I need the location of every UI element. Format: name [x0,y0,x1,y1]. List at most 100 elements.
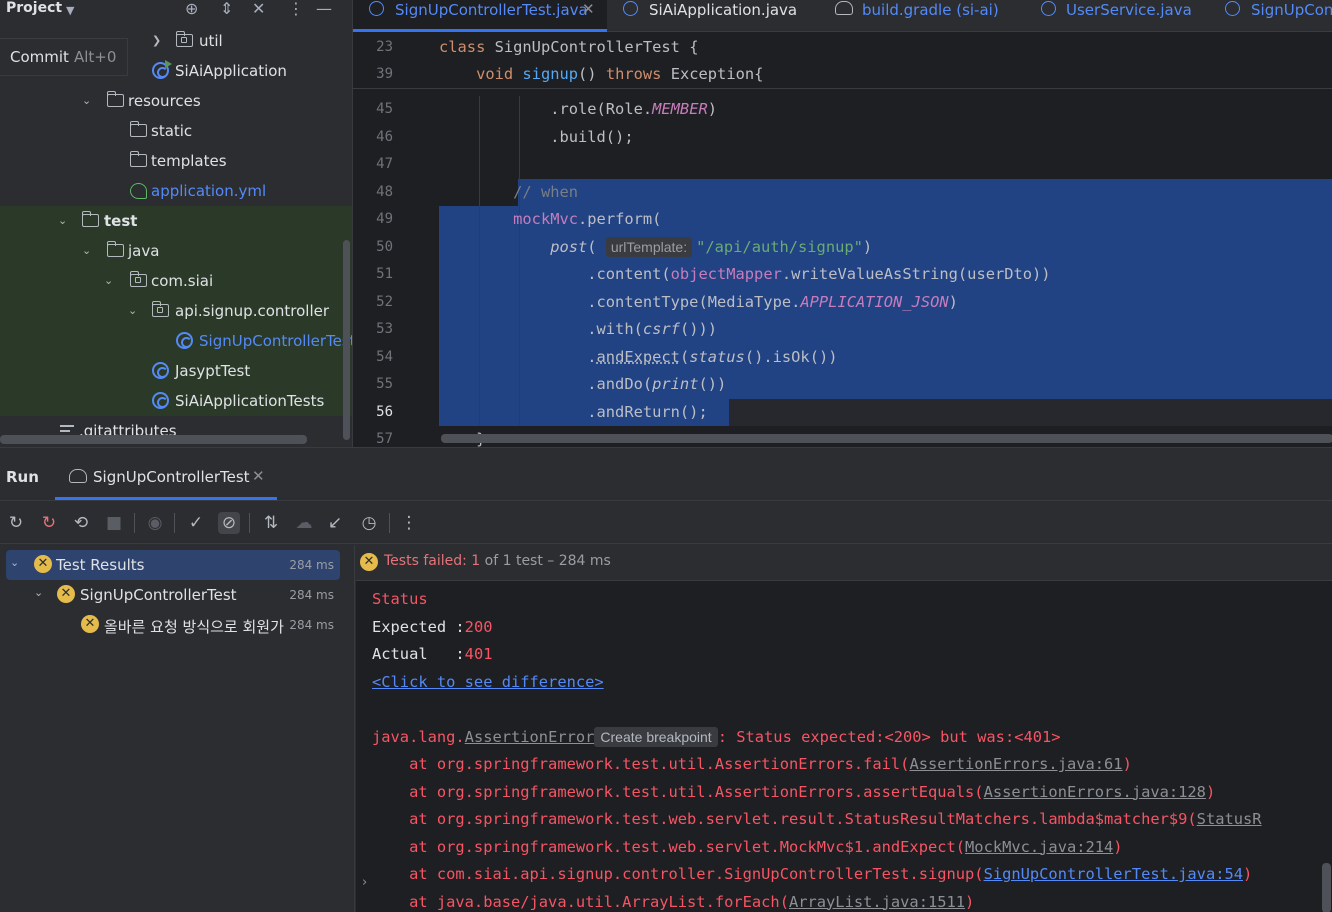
rerun-icon[interactable]: ↻ [5,512,27,534]
commit-tooltip[interactable]: Commit Alt+0 [0,38,128,76]
stack-frame-link[interactable]: SignUpControllerTest.java:54 [984,865,1243,883]
more-options-icon[interactable]: ⋮ [398,512,420,534]
tree-item-static[interactable]: static [0,116,352,146]
test-results-tree: ⌄ ✕ Test Results 284 ms ⌄ ✕ SignUpContro… [0,545,355,912]
code-line[interactable]: 51 .content(objectMapper.writeValueAsStr… [353,261,1332,289]
code-line[interactable]: 45 .role(Role.MEMBER) [353,96,1332,124]
tab-run-configuration[interactable]: SignUpControllerTest ✕ [55,456,277,500]
collapse-all-icon[interactable]: ✕ [252,0,265,18]
code-text: .andReturn(); [439,399,707,426]
horizontal-scrollbar[interactable] [441,434,1332,443]
chevron-right-icon[interactable]: ❯ [152,35,164,47]
rerun-failed-icon[interactable]: ↻ [38,512,60,534]
tree-item-api-signup-controller[interactable]: ⌄ api.signup.controller [0,296,352,326]
chevron-down-icon[interactable]: ⌄ [82,95,94,107]
locate-icon[interactable]: ⊕ [185,0,198,18]
stack-frame-link[interactable]: ArrayList.java:1511 [789,893,965,911]
tree-item-jasypttest[interactable]: JasyptTest [0,356,352,386]
expand-all-icon[interactable]: ⇕ [220,0,233,18]
code-line[interactable]: 48 // when [353,179,1332,207]
test-class-icon [176,332,193,349]
stack-frame-link[interactable]: AssertionErrors.java:128 [984,783,1206,801]
code-line[interactable]: 56 .andReturn(); [353,399,1332,427]
sticky-line[interactable]: 39 void signup() throws Exception{ [353,61,1332,89]
tree-item-signupcontrollertest[interactable]: SignUpControllerTest [0,326,352,356]
horizontal-scrollbar[interactable] [0,435,307,444]
tab-signupcontroller[interactable]: SignUpCont [1209,0,1332,32]
tree-item-resources[interactable]: ⌄ resources [0,86,352,116]
chevron-down-icon[interactable]: ⌄ [104,275,116,287]
stack-frame-link[interactable]: MockMvc.java:214 [965,838,1113,856]
tree-item-test[interactable]: ⌄ test [0,206,352,236]
import-tests-icon[interactable]: ☁ [293,512,315,534]
tree-item-siaiapplicationtests[interactable]: SiAiApplicationTests [0,386,352,416]
test-method-node[interactable]: ✕ 올바른 요청 방식으로 회원가 284 ms [6,610,340,640]
gradle-icon [69,469,87,483]
code-line[interactable]: 50 post( urlTemplate: "/api/auth/signup") [353,234,1332,262]
eye-icon[interactable]: ◉ [144,512,166,534]
tab-build-gradle[interactable]: build.gradle (si-ai) [819,0,1039,32]
code-text: // when [439,179,578,206]
chevron-right-icon[interactable]: › [362,875,367,890]
tab-label: build.gradle (si-ai) [862,1,999,19]
code-token: ) [862,237,873,256]
history-icon[interactable]: ◷ [358,512,380,534]
chevron-down-icon[interactable]: ⌄ [128,305,140,317]
tree-item-java[interactable]: ⌄ java [0,236,352,266]
expected-label: Expected : [372,618,465,636]
runnable-class-icon [152,60,172,79]
sort-icon[interactable]: ⇅ [260,512,282,534]
chevron-down-icon[interactable]: ▼ [66,2,74,20]
tree-item-application-yml[interactable]: application.yml [0,176,352,206]
show-passed-icon[interactable]: ✓ [185,512,207,534]
vertical-scrollbar[interactable] [343,240,350,440]
close-icon[interactable]: ✕ [252,467,265,485]
sticky-scroll-header[interactable]: 23 class SignUpControllerTest {39 void si… [353,33,1332,89]
code-token: signup [522,65,579,83]
close-icon[interactable]: ✕ [582,0,595,18]
code-line[interactable]: 49 mockMvc.perform( [353,206,1332,234]
chevron-down-icon[interactable]: ⌄ [10,556,19,569]
stack-frame-link[interactable]: StatusR [1197,810,1262,828]
code-line[interactable]: 47 [353,151,1332,179]
code-line[interactable]: 52 .contentType(MediaType.APPLICATION_JS… [353,289,1332,317]
sticky-line[interactable]: 23 class SignUpControllerTest { [353,34,1332,62]
stop-icon[interactable]: ■ [103,512,125,534]
folder-icon [130,121,147,137]
more-options-icon[interactable]: ⋮ [288,0,304,18]
tree-label: com.siai [151,272,214,290]
tab-siaiapplication[interactable]: SiAiApplication.java [607,0,821,32]
tab-signupcontrollertest[interactable]: SignUpControllerTest.java ✕ [353,0,607,32]
project-title[interactable]: Project [6,0,62,16]
code-line[interactable]: 46 .build(); [353,124,1332,152]
chevron-down-icon[interactable]: ⌄ [82,245,94,257]
create-breakpoint-hint[interactable]: Create breakpoint [594,727,718,747]
code-text: .with(csrf())) [439,316,717,343]
console-output[interactable]: ✕ Tests failed: 1 of 1 test – 284 ms Sta… [356,545,1332,912]
code-line[interactable]: 54 .andExpect(status().isOk()) [353,344,1332,372]
code-line[interactable]: 53 .with(csrf())) [353,316,1332,344]
chevron-down-icon[interactable]: ⌄ [58,215,70,227]
code-text: .andExpect(status().isOk()) [439,344,837,371]
tree-item-com-siai[interactable]: ⌄ com.siai [0,266,352,296]
line-number: 54 [376,348,393,365]
code-line[interactable]: 55 .andDo(print()) [353,371,1332,399]
error-type-link[interactable]: AssertionError [465,728,595,746]
stack-frame-link[interactable]: AssertionErrors.java:61 [909,755,1122,773]
show-ignored-icon[interactable]: ⊘ [218,512,240,534]
see-difference-link[interactable]: <Click to see difference> [372,669,604,696]
test-class-node[interactable]: ⌄ ✕ SignUpControllerTest 284 ms [6,580,340,610]
hide-panel-icon[interactable]: — [316,0,332,18]
toggle-auto-test-icon[interactable]: ⟲ [70,512,92,534]
tab-userservice[interactable]: UserService.java [1025,0,1225,32]
vertical-scrollbar[interactable] [1322,863,1331,912]
line-number: 47 [376,156,393,172]
code-token: andExpect [596,347,680,366]
tree-item-templates[interactable]: templates [0,146,352,176]
actual-value: 401 [464,645,493,663]
run-toolbar: ↻ ↻ ⟲ ■ ◉ ✓ ⊘ ⇅ ☁ ↙ ◷ ⋮ [0,500,1332,544]
chevron-down-icon[interactable]: ⌄ [34,586,43,599]
collapse-icon[interactable]: ↙ [324,512,346,534]
tab-label: SignUpControllerTest [93,468,250,486]
test-results-root[interactable]: ⌄ ✕ Test Results 284 ms [6,550,340,580]
